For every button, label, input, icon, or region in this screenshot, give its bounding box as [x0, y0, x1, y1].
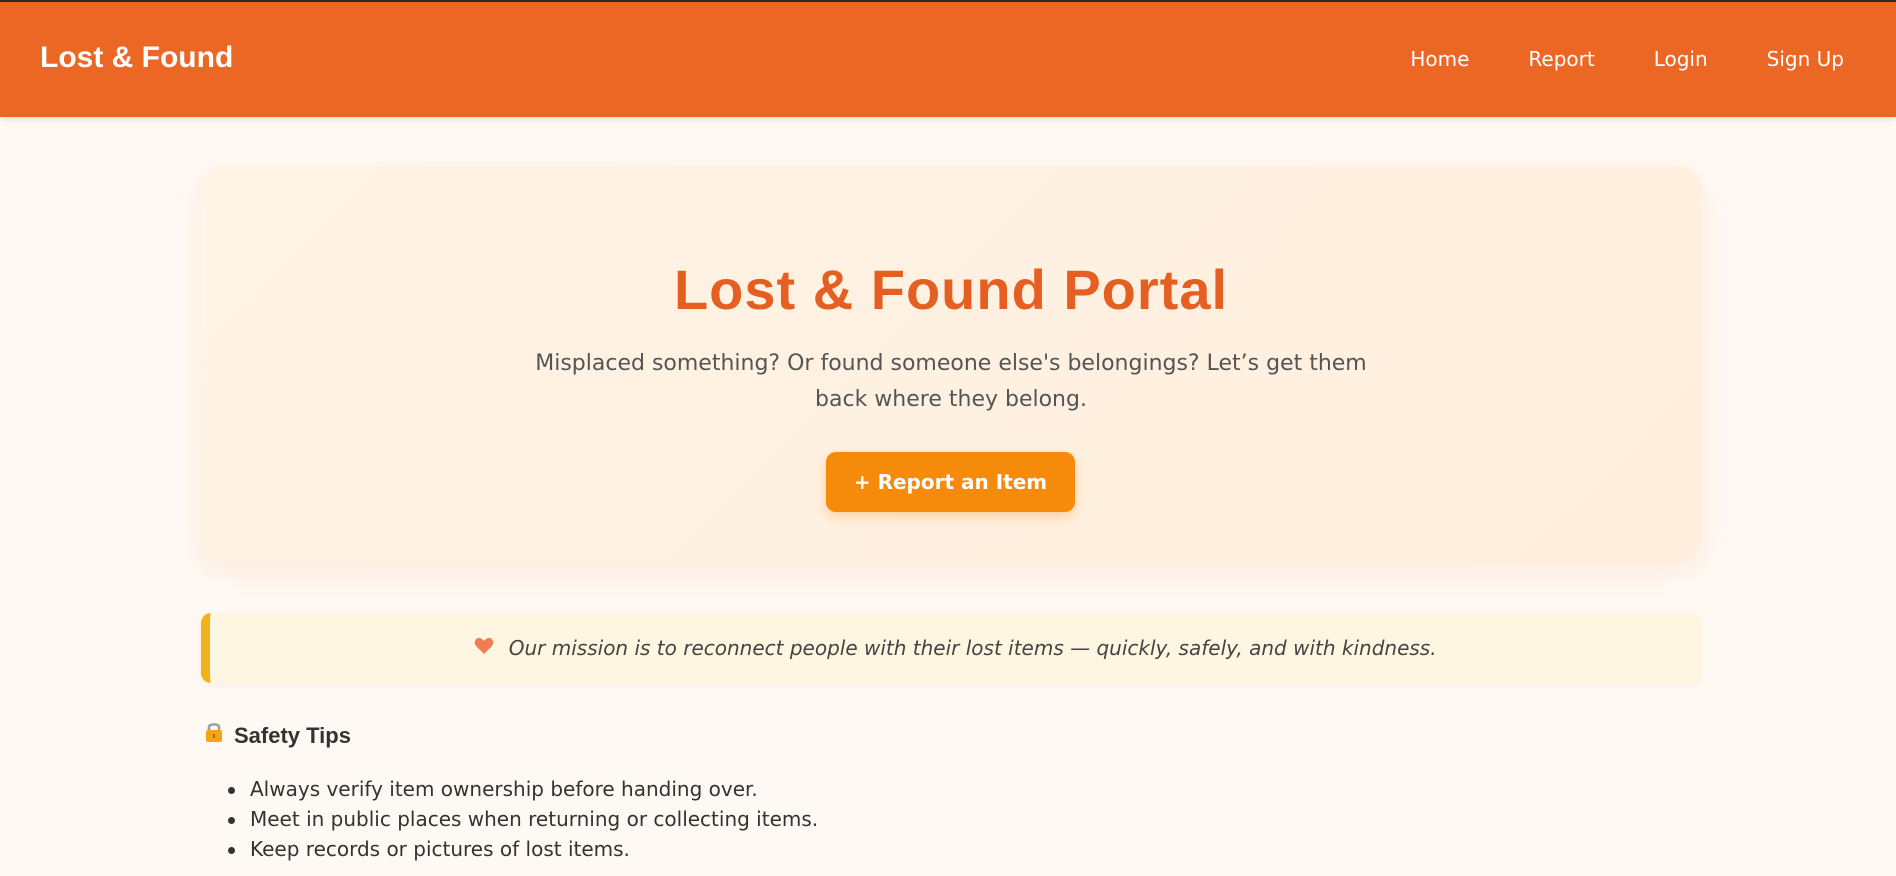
list-item: Meet in public places when returning or … — [227, 804, 818, 834]
nav-login[interactable]: Login — [1654, 47, 1708, 71]
safety-tips-list: Always verify item ownership before hand… — [227, 774, 818, 864]
navbar: Lost & Found Home Report Login Sign Up — [0, 2, 1896, 117]
hero-card: Lost & Found Portal Misplaced something?… — [201, 166, 1701, 562]
nav-home[interactable]: Home — [1410, 47, 1469, 71]
nav-links: Home Report Login Sign Up — [1351, 47, 1844, 71]
mission-text-wrap: Our mission is to reconnect people with … — [474, 636, 1437, 660]
brand-logo[interactable]: Lost & Found — [40, 40, 233, 76]
heart-icon — [474, 636, 500, 660]
list-item: Keep records or pictures of lost items. — [227, 834, 818, 864]
safety-tips-title: Safety Tips — [234, 723, 351, 748]
hero-title: Lost & Found Portal — [673, 258, 1229, 321]
lock-icon — [204, 720, 226, 752]
mission-banner: Our mission is to reconnect people with … — [201, 613, 1701, 683]
nav-report[interactable]: Report — [1528, 47, 1594, 71]
list-item: Always verify item ownership before hand… — [227, 774, 818, 804]
mission-text: Our mission is to reconnect people with … — [508, 636, 1437, 660]
report-item-button[interactable]: + Report an Item — [826, 452, 1075, 512]
nav-signup[interactable]: Sign Up — [1767, 47, 1844, 71]
safety-tips-heading: Safety Tips — [204, 720, 351, 752]
hero-subtitle: Misplaced something? Or found someone el… — [535, 351, 1367, 412]
